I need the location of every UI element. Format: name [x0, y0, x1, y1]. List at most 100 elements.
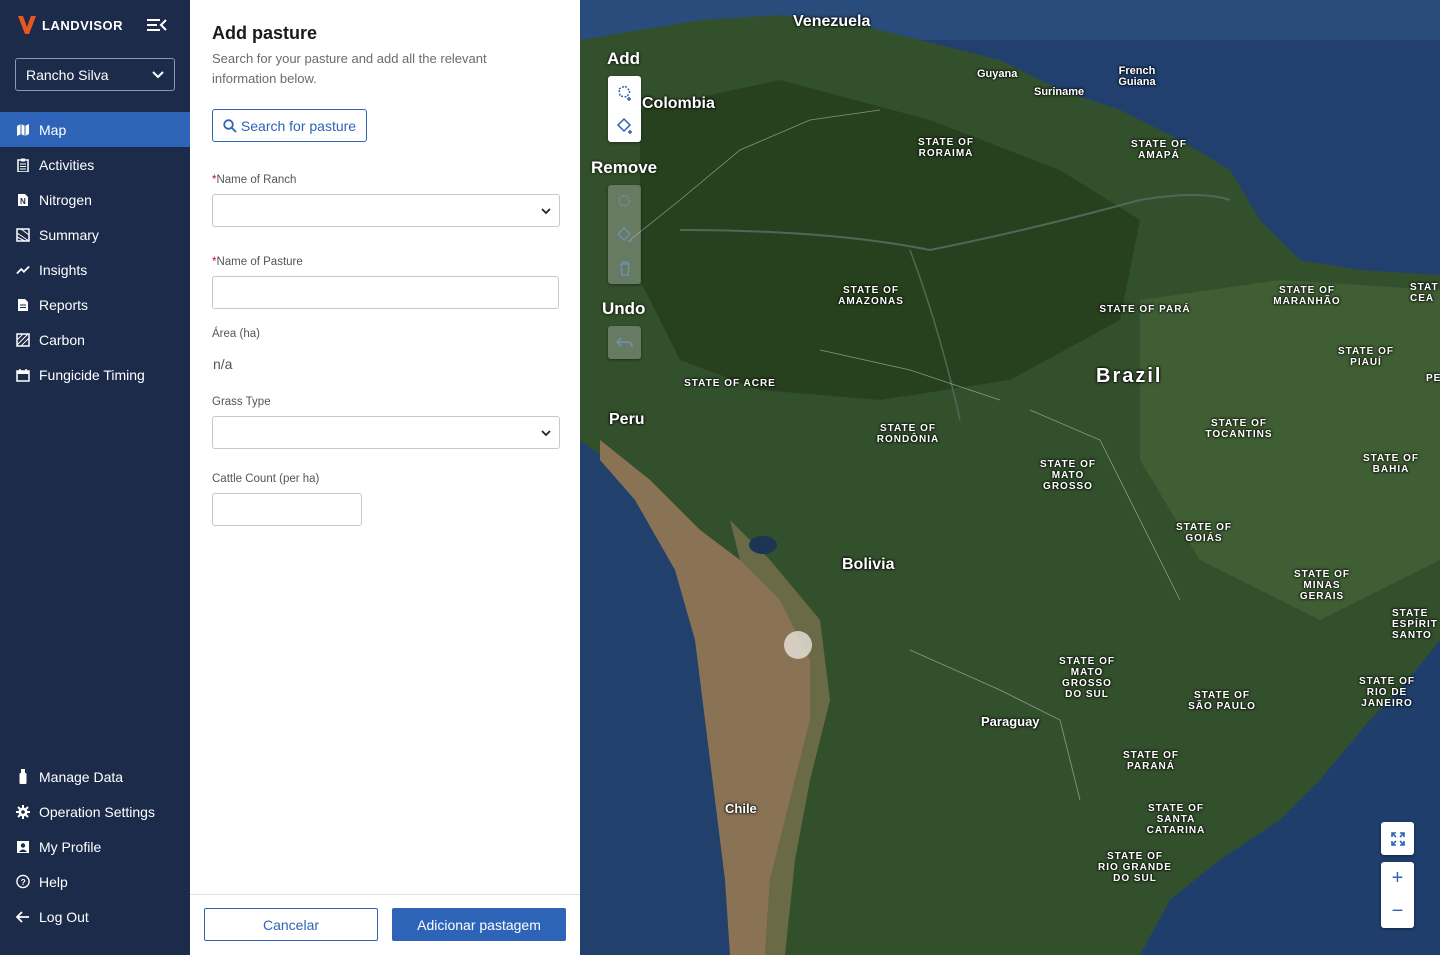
chevron-down-icon: [541, 430, 551, 437]
map-label-state: STATE ESPÍRIT SANTO: [1392, 608, 1438, 641]
map-label-bolivia: Bolivia: [842, 556, 895, 573]
map-label-state: STAT CEA: [1410, 282, 1439, 304]
map-label-peru: Peru: [609, 411, 645, 428]
satellite-map[interactable]: Venezuela Colombia Guyana Suriname Frenc…: [580, 0, 1440, 955]
panel-title: Add pasture: [212, 23, 318, 43]
chevron-down-icon: [152, 70, 164, 78]
draw-polygon-button[interactable]: [608, 76, 641, 109]
nitrogen-icon: N: [16, 193, 30, 207]
sidebar-item-insights[interactable]: Insights: [0, 252, 190, 287]
draw-shape-icon: [616, 117, 632, 134]
sidebar-item-label: Nitrogen: [39, 191, 92, 208]
sidebar-item-my-profile[interactable]: My Profile: [0, 829, 190, 864]
logo-v-icon: [18, 16, 36, 34]
trend-icon: [16, 263, 30, 277]
sidebar-item-label: Activities: [39, 156, 95, 173]
panel-footer: Cancelar Adicionar pastagem: [190, 894, 580, 955]
help-icon: ?: [16, 874, 30, 889]
search-pasture-label: Search for pasture: [240, 117, 357, 134]
map-label-guyana: Guyana: [977, 68, 1018, 80]
area-value: n/a: [213, 356, 233, 372]
chevron-down-icon: [541, 208, 551, 215]
map-label-brazil: Brazil: [1096, 365, 1163, 387]
panel-subtitle: Search for your pasture and add all the …: [212, 51, 487, 86]
zoom-control: + −: [1381, 862, 1414, 928]
add-pasture-panel: Add pasture Search for your pasture and …: [190, 0, 580, 955]
zoom-out-button[interactable]: −: [1381, 895, 1414, 928]
ranch-name-label: *Name of Ranch: [212, 174, 297, 186]
fullscreen-button[interactable]: [1381, 822, 1414, 855]
svg-text:?: ?: [21, 877, 26, 887]
remove-tools-title: Remove: [591, 158, 658, 177]
map-label-state: STATE OF AMAPÁ: [1131, 139, 1187, 161]
landvisor-logo[interactable]: LANDVISOR: [16, 14, 123, 36]
sidebar-item-activities[interactable]: Activities: [0, 147, 190, 182]
sidebar-item-carbon[interactable]: Carbon: [0, 322, 190, 357]
map-label-state: STATE OF RORAIMA: [918, 137, 974, 159]
sidebar-item-operation-settings[interactable]: Operation Settings: [0, 794, 190, 829]
map-label-state: STATE OF PARANÁ: [1123, 750, 1179, 772]
map-icon: [16, 123, 30, 137]
sidebar-item-nitrogen[interactable]: N Nitrogen: [0, 182, 190, 217]
sidebar-item-summary[interactable]: Summary: [0, 217, 190, 252]
sidebar-item-label: Insights: [39, 261, 88, 278]
sidebar-item-manage-data[interactable]: Manage Data: [0, 759, 190, 794]
undo-tools-title: Undo: [602, 299, 646, 318]
ranch-name-select[interactable]: [212, 194, 560, 227]
sidebar-item-map[interactable]: Map: [0, 112, 190, 147]
remove-polygon-button[interactable]: [608, 185, 641, 218]
draw-shape-button[interactable]: [608, 109, 641, 142]
main-nav: Map Activities N Nitrogen Summary Insigh…: [0, 112, 190, 392]
pasture-name-label: *Name of Pasture: [212, 256, 303, 268]
fullscreen-control: [1381, 822, 1414, 855]
sidebar-item-label: Fungicide Timing: [39, 366, 145, 383]
gear-icon: [16, 804, 30, 819]
map-label-state: STATE OF RONDÔNIA: [876, 423, 940, 445]
map-label-state: STATE OF MATO GROSSO DO SUL: [1059, 656, 1115, 700]
map-label-paraguay: Paraguay: [981, 714, 1040, 729]
pasture-name-input[interactable]: [212, 276, 559, 309]
sidebar-item-help[interactable]: ? Help: [0, 864, 190, 899]
add-tools: [608, 76, 641, 142]
remove-shape-button[interactable]: [608, 218, 641, 251]
undo-tools: [608, 326, 641, 359]
map-label-state: STATE OF MATO GROSSO: [1040, 459, 1096, 492]
map-label-state: STATE OF MARANHÃO: [1273, 285, 1341, 307]
zoom-in-button[interactable]: +: [1381, 862, 1414, 895]
ranch-selector[interactable]: Rancho Silva: [15, 58, 175, 91]
sidebar-item-label: My Profile: [39, 838, 102, 855]
sidebar-item-label: Log Out: [39, 908, 89, 925]
map-label-state: STATE OF RIO DE JANEIRO: [1359, 676, 1415, 709]
map-label-state: STATE OF SÃO PAULO: [1188, 690, 1256, 712]
cattle-count-input[interactable]: [212, 493, 362, 526]
map-terrain: [580, 0, 1440, 955]
sidebar-item-label: Map: [39, 121, 67, 138]
sidebar-item-label: Carbon: [39, 331, 85, 348]
map-label-state: STATE OF SANTA CATARINA: [1146, 803, 1206, 836]
trash-icon: [619, 260, 630, 276]
undo-button[interactable]: [608, 326, 641, 359]
sidebar-item-label: Operation Settings: [39, 803, 155, 820]
sidebar-item-log-out[interactable]: Log Out: [0, 899, 190, 934]
secondary-nav: Manage Data Operation Settings My Profil…: [0, 759, 190, 934]
sidebar-item-reports[interactable]: Reports: [0, 287, 190, 322]
grass-type-select[interactable]: [212, 416, 560, 449]
draw-polygon-icon: [617, 84, 631, 101]
sidebar-item-fungicide-timing[interactable]: Fungicide Timing: [0, 357, 190, 392]
carbon-icon: [16, 332, 30, 347]
cancel-button[interactable]: Cancelar: [204, 908, 378, 941]
profile-icon: [16, 840, 30, 854]
map-label-state: STATE OF PIAUÍ: [1338, 346, 1394, 368]
map-label-chile: Chile: [725, 801, 757, 816]
map-label-state: STATE OF ACRE: [684, 378, 776, 389]
add-tools-title: Add: [607, 49, 641, 68]
search-pasture-button[interactable]: Search for pasture: [212, 109, 367, 142]
delete-button[interactable]: [608, 251, 641, 284]
add-pasture-button[interactable]: Adicionar pastagem: [392, 908, 566, 941]
calendar-icon: [16, 368, 30, 382]
clipboard-icon: [16, 158, 30, 172]
sidebar: LANDVISOR Rancho Silva Map Activities N …: [0, 0, 190, 955]
sidebar-item-label: Manage Data: [39, 768, 124, 785]
collapse-menu-icon[interactable]: [146, 16, 168, 34]
map-label-colombia: Colombia: [642, 95, 715, 112]
